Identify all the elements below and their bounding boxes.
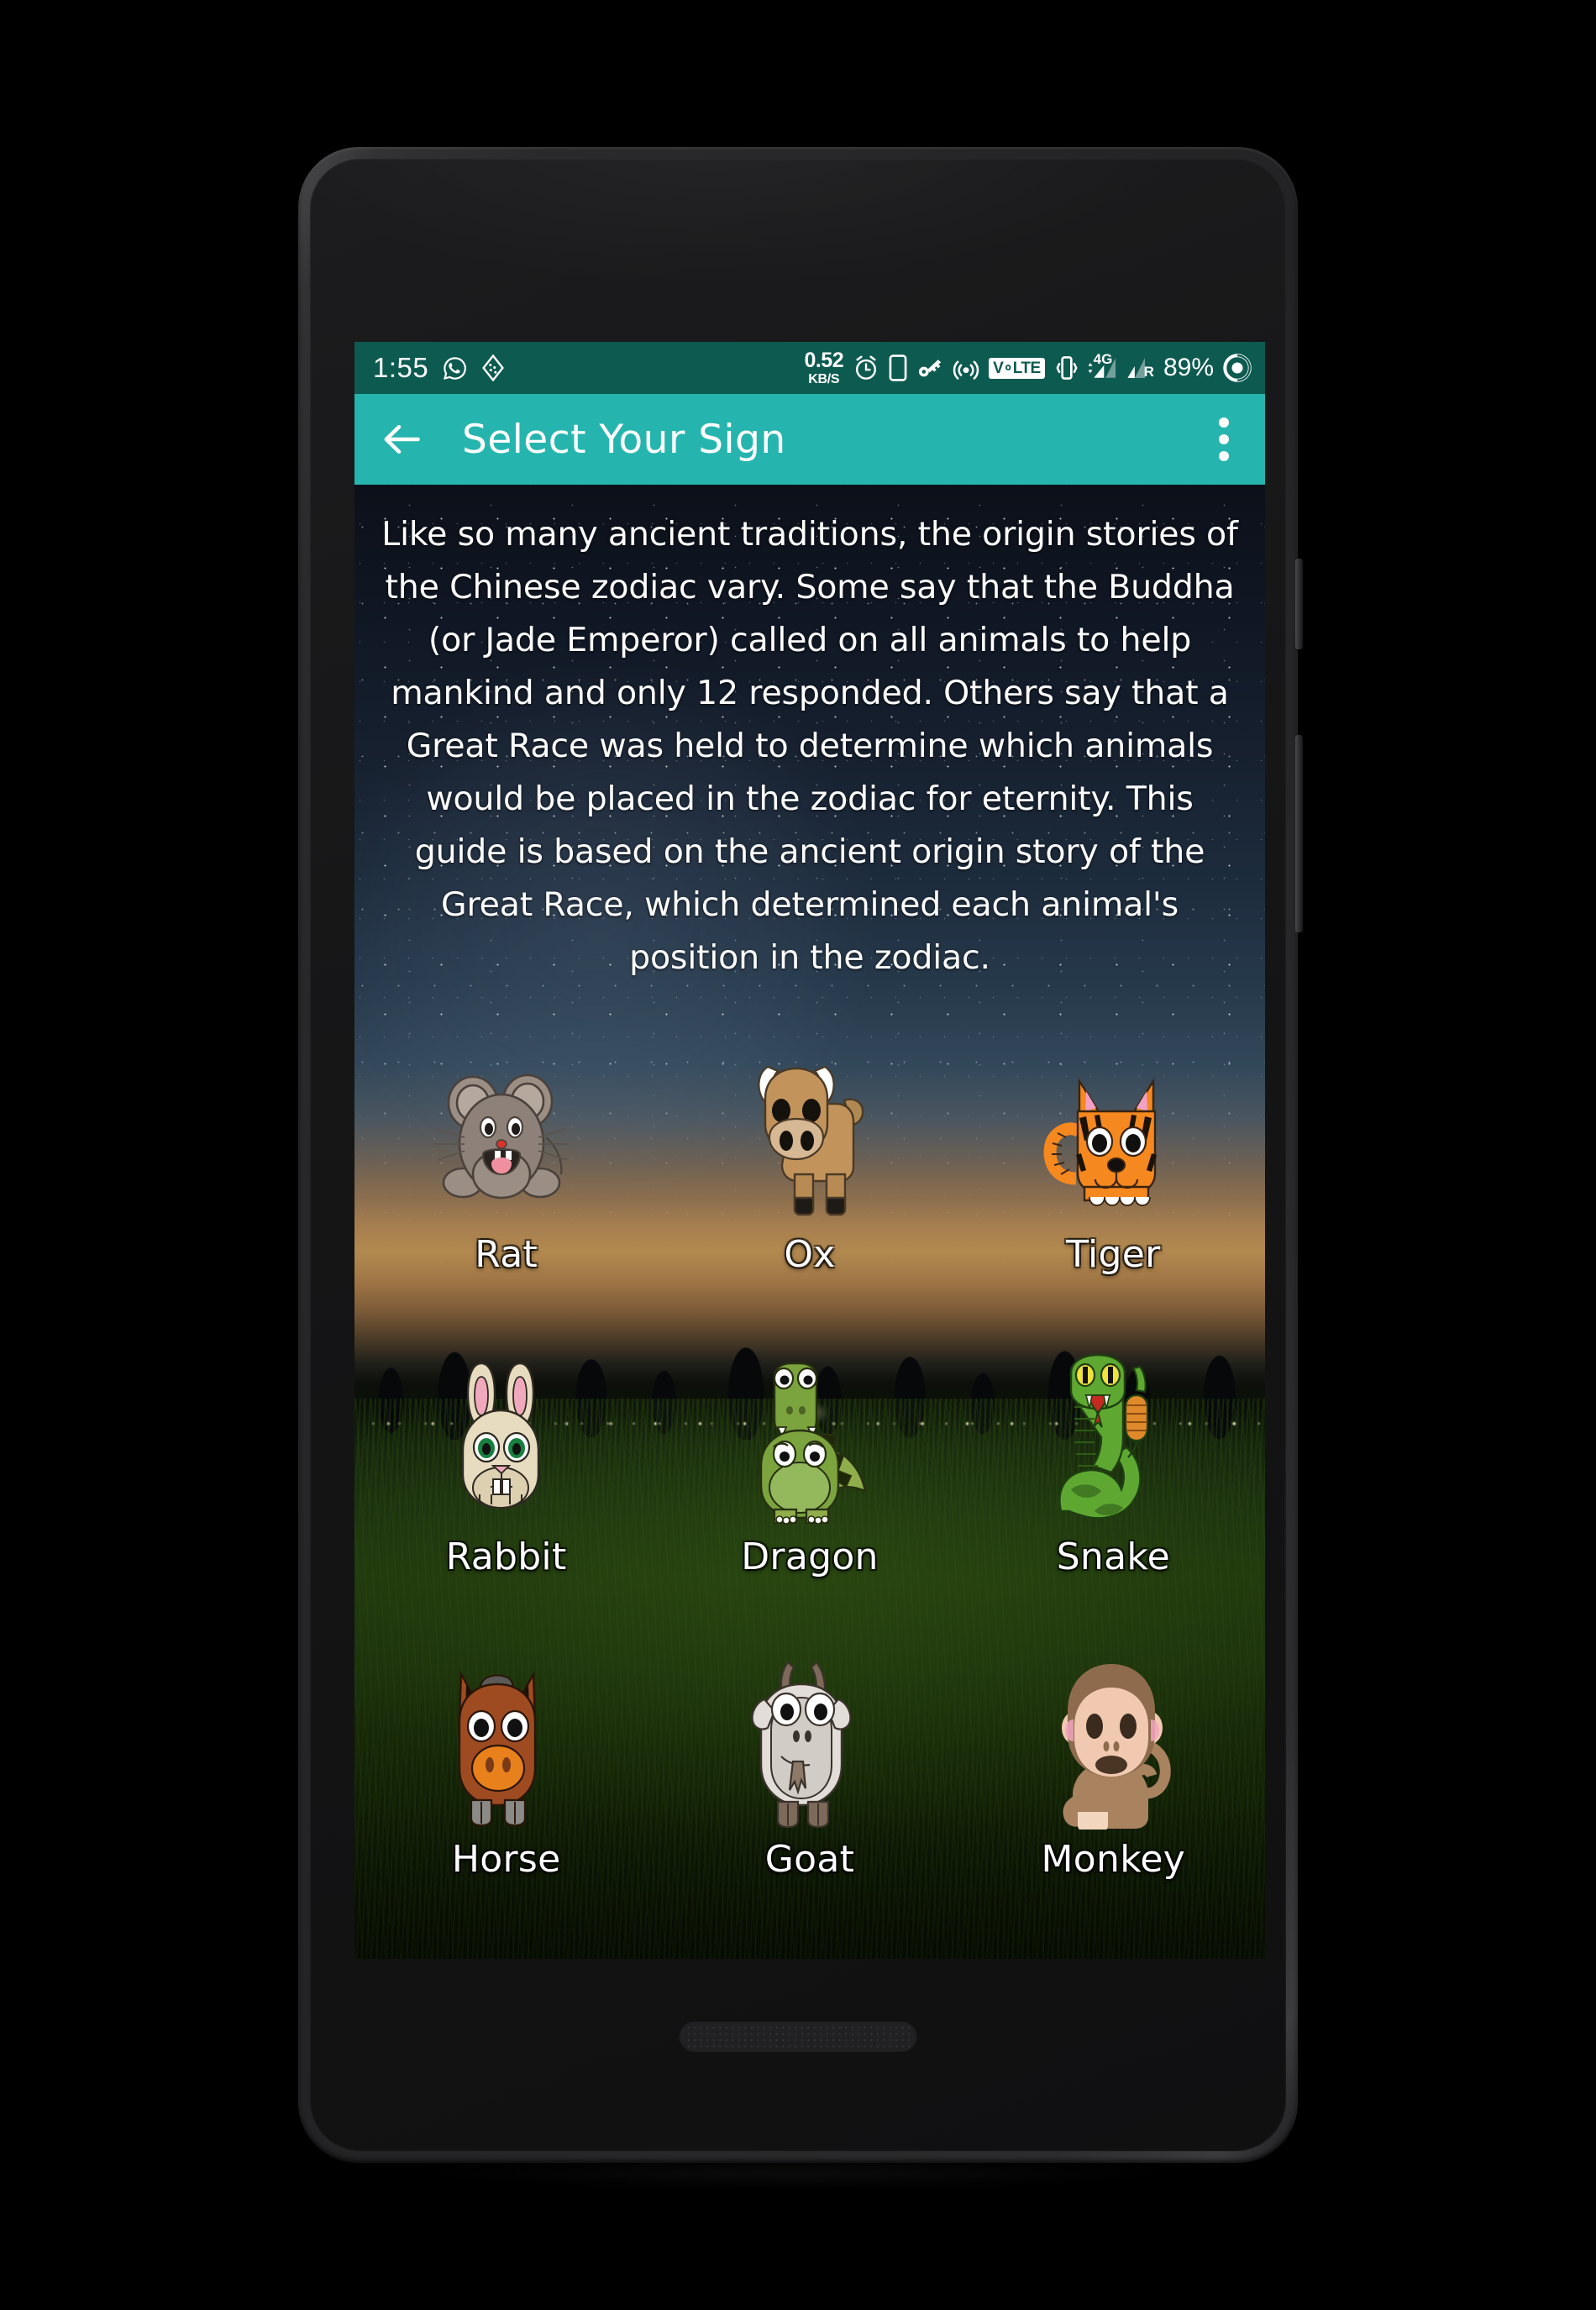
sign-label: Goat	[764, 1838, 855, 1881]
monkey-icon	[1029, 1620, 1197, 1830]
signal-indicator-2: R	[1126, 355, 1154, 381]
roaming-label: R	[1143, 364, 1154, 380]
tiger-icon	[1027, 1015, 1200, 1225]
zodiac-cell-snake[interactable]: Snake	[962, 1317, 1265, 1620]
battery-circle-icon	[1223, 354, 1252, 382]
phone-device: 1:55 0.52 KB/S V∘LTE 4G R 89% Select You…	[298, 147, 1303, 2163]
vibrate-icon	[1056, 356, 1078, 380]
alarm-clock-icon	[856, 355, 877, 380]
zodiac-sign-grid: Rat Ox Tiger Rabbit Dragon Snake Horse G…	[354, 1015, 1265, 1922]
battery-percent: 89%	[1163, 354, 1214, 381]
status-bar: 1:55 0.52 KB/S V∘LTE 4G R 89%	[354, 342, 1265, 394]
screenshot-stage: 1:55 0.52 KB/S V∘LTE 4G R 89% Select You…	[0, 0, 1596, 2310]
sign-label: Horse	[451, 1838, 561, 1881]
sign-label: Dragon	[741, 1536, 879, 1578]
hotspot-icon	[953, 360, 979, 380]
content-area: Like so many ancient traditions, the ori…	[354, 485, 1265, 1959]
zodiac-cell-rabbit[interactable]: Rabbit	[354, 1317, 658, 1620]
dragon-icon	[726, 1317, 894, 1527]
data-speed-value: 0.52	[804, 348, 844, 372]
data-speed-unit: KB/S	[808, 371, 840, 386]
whatsapp-icon	[444, 356, 467, 380]
signal-indicator-1: 4G	[1088, 351, 1117, 381]
status-bar-right-group: 0.52 KB/S V∘LTE 4G R 89%	[804, 348, 1252, 386]
snake-icon	[1029, 1317, 1197, 1527]
zodiac-cell-dragon[interactable]: Dragon	[658, 1317, 961, 1620]
zodiac-cell-rat[interactable]: Rat	[354, 1015, 658, 1317]
overflow-dot	[1219, 451, 1229, 461]
status-bar-left-group: 1:55	[373, 352, 505, 384]
app-bar: Select Your Sign	[354, 394, 1265, 485]
overflow-dot	[1219, 434, 1229, 444]
page-title: Select Your Sign	[462, 416, 786, 463]
overflow-menu-icon[interactable]	[1205, 414, 1243, 465]
zodiac-cell-goat[interactable]: Goat	[658, 1620, 961, 1922]
bottom-speaker-grille	[685, 2024, 911, 2048]
key-icon	[919, 360, 942, 377]
zodiac-cell-monkey[interactable]: Monkey	[962, 1620, 1265, 1922]
data-speed-indicator: 0.52 KB/S	[804, 348, 844, 386]
dominos-pizza-icon	[482, 354, 505, 381]
intro-paragraph: Like so many ancient traditions, the ori…	[381, 515, 1238, 977]
bottom-speaker-icon	[679, 2020, 917, 2052]
phone-device-icon	[889, 354, 907, 381]
power-button[interactable]	[1295, 559, 1303, 649]
network-type-label: 4G	[1093, 351, 1113, 367]
sign-label: Rat	[475, 1233, 538, 1276]
phone-screen: 1:55 0.52 KB/S V∘LTE 4G R 89% Select You…	[354, 342, 1265, 1959]
horse-icon	[423, 1620, 591, 1830]
sign-label: Monkey	[1041, 1838, 1186, 1881]
overflow-dot	[1219, 417, 1229, 428]
phone-bezel: 1:55 0.52 KB/S V∘LTE 4G R 89% Select You…	[310, 159, 1286, 2151]
rabbit-icon	[423, 1317, 591, 1527]
volume-rocker-button[interactable]	[1295, 735, 1303, 932]
rat-icon	[423, 1015, 591, 1225]
ox-icon	[726, 1015, 894, 1225]
zodiac-cell-tiger[interactable]: Tiger	[962, 1015, 1265, 1317]
status-time: 1:55	[373, 352, 429, 383]
zodiac-cell-ox[interactable]: Ox	[658, 1015, 961, 1317]
zodiac-cell-horse[interactable]: Horse	[354, 1620, 658, 1922]
sign-label: Rabbit	[445, 1536, 567, 1578]
sign-label: Ox	[784, 1233, 836, 1276]
volte-indicator: V∘LTE	[989, 357, 1045, 379]
goat-icon	[726, 1620, 894, 1830]
sign-label: Tiger	[1066, 1233, 1161, 1276]
sign-label: Snake	[1056, 1536, 1170, 1578]
back-arrow-icon[interactable]	[380, 417, 423, 461]
